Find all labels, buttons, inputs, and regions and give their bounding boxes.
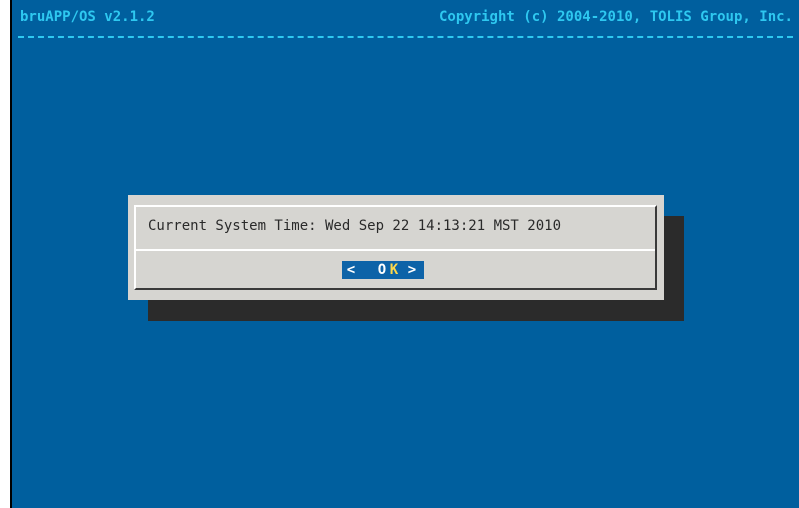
app-version-title: bruAPP/OS v2.1.2 bbox=[20, 9, 155, 25]
ok-button-left-bracket: < bbox=[342, 261, 360, 279]
ok-button-hotkey: K bbox=[388, 261, 400, 279]
ok-button-right-bracket: > bbox=[400, 261, 424, 279]
button-row: < O K > bbox=[342, 261, 424, 279]
backtitle-bar: bruAPP/OS v2.1.2 Copyright (c) 2004-2010… bbox=[10, 0, 799, 38]
backtitle-divider bbox=[18, 36, 793, 38]
terminal-screen: bruAPP/OS v2.1.2 Copyright (c) 2004-2010… bbox=[10, 0, 799, 508]
ok-button-label: O bbox=[376, 261, 388, 279]
ok-button-padding bbox=[360, 261, 376, 279]
system-time-message: Current System Time: Wed Sep 22 14:13:21… bbox=[148, 218, 562, 234]
copyright-text: Copyright (c) 2004-2010, TOLIS Group, In… bbox=[438, 9, 793, 25]
msgbox-dialog: Current System Time: Wed Sep 22 14:13:21… bbox=[128, 195, 664, 300]
ok-button[interactable]: < O K > bbox=[342, 261, 424, 279]
dialog-separator bbox=[136, 249, 655, 251]
